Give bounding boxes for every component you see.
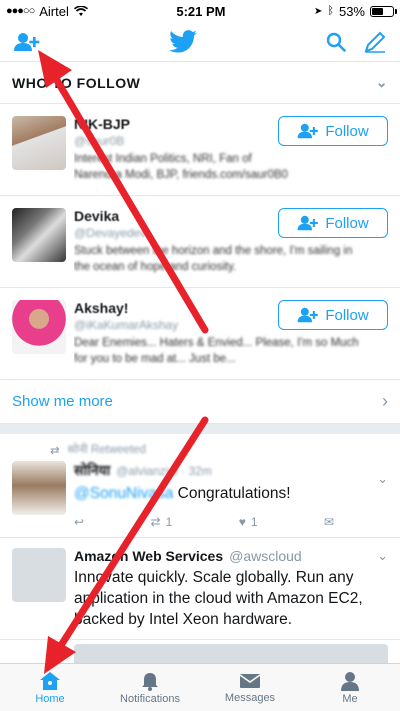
carrier-label: Airtel [39, 3, 69, 19]
heart-icon: ♥ [238, 514, 246, 529]
avatar[interactable] [12, 300, 66, 354]
retweet-indicator: ⇄ सोनी Retweeted [50, 442, 400, 457]
show-more-link[interactable]: Show me more › [0, 380, 400, 424]
home-icon [40, 671, 60, 690]
reply-icon[interactable]: ↩ [74, 515, 84, 529]
follow-button[interactable]: Follow [278, 116, 388, 146]
tweet-actions: ↩ ⇄ 1 ♥ 1 ✉ [74, 515, 334, 529]
person-icon [341, 671, 359, 691]
wifi-icon [73, 5, 88, 16]
add-user-icon[interactable] [14, 32, 40, 52]
tab-messages-label: Messages [224, 691, 276, 704]
follow-button[interactable]: Follow [278, 300, 388, 330]
tweet-author-name[interactable]: सोनिया [74, 461, 110, 480]
chevron-down-icon[interactable]: ⌄ [376, 74, 388, 91]
add-user-icon [297, 307, 319, 323]
tab-messages[interactable]: Messages [200, 664, 300, 711]
envelope-icon [239, 673, 261, 688]
tab-me[interactable]: Me [300, 664, 400, 711]
retweet-icon: ⇄ [150, 514, 161, 529]
chevron-down-icon[interactable]: ⌄ [377, 471, 388, 487]
dm-share-icon[interactable]: ✉ [324, 515, 334, 529]
avatar[interactable] [12, 116, 66, 170]
add-user-icon [297, 215, 319, 231]
tweet-text: Innovate quickly. Scale globally. Run an… [74, 568, 363, 628]
avatar[interactable] [12, 547, 66, 602]
section-divider [0, 424, 400, 434]
compose-icon[interactable] [364, 31, 386, 53]
suggestion-bio: Interest Indian Politics, NRI, Fan of Na… [74, 153, 288, 181]
who-to-follow-title: WHO TO FOLLOW [12, 74, 141, 91]
follow-button-label: Follow [325, 122, 369, 140]
show-more-label: Show me more [12, 393, 113, 410]
tweet[interactable]: Amazon Web Services @awscloud Innovate q… [0, 538, 400, 640]
status-bar: ●●●○○ Airtel 5:21 PM ➤ ᛒ 53% [0, 0, 400, 22]
tab-notifications[interactable]: Notifications [100, 664, 200, 711]
tweet[interactable]: ⇄ सोनी Retweeted सोनिया @alvianziel · 32… [0, 434, 400, 538]
battery-percent: 53% [338, 3, 365, 19]
follow-suggestion[interactable]: Akshay! @iKaKumarAkshay Dear Enemies... … [0, 288, 400, 380]
follow-suggestion[interactable]: NIK-BJP @saur0B Interest Indian Politics… [0, 104, 400, 196]
add-user-icon [297, 123, 319, 139]
avatar[interactable] [12, 208, 66, 262]
tab-notifications-label: Notifications [120, 692, 180, 705]
chevron-right-icon: › [382, 391, 388, 411]
tweet-author-name[interactable]: Amazon Web Services [74, 548, 223, 564]
bluetooth-icon: ᛒ [327, 5, 334, 17]
follow-button-label: Follow [325, 306, 369, 324]
tab-me-label: Me [342, 692, 358, 705]
tweet-body: Congratulations! [177, 485, 291, 502]
follow-button[interactable]: Follow [278, 208, 388, 238]
tweet-author-handle: @awscloud [229, 547, 302, 564]
signal-dots-icon: ●●●○○ [6, 5, 35, 17]
bottom-tabbar: Home Notifications Messages Me [0, 663, 400, 711]
tweet-author-handle: @alvianziel · 32m [116, 464, 212, 478]
who-to-follow-header[interactable]: WHO TO FOLLOW ⌄ [0, 62, 400, 104]
retweet-count: 1 [165, 514, 173, 529]
tab-home[interactable]: Home [0, 664, 100, 711]
tweet-mention[interactable]: @SonuNivasa [74, 485, 173, 502]
avatar[interactable] [12, 461, 66, 515]
chevron-down-icon[interactable]: ⌄ [377, 548, 388, 564]
follow-suggestion[interactable]: Devika @Devayedevi Stuck between the hor… [0, 196, 400, 288]
search-icon[interactable] [326, 32, 346, 52]
suggestion-bio: Dear Enemies... Haters & Envied... Pleas… [74, 337, 359, 365]
follow-button-label: Follow [325, 214, 369, 232]
tweet-text: @SonuNivasa Congratulations! [74, 484, 388, 505]
tab-home-label: Home [35, 692, 65, 705]
suggestion-bio: Stuck between the horizon and the shore,… [74, 245, 353, 273]
top-navbar [0, 22, 400, 62]
status-time: 5:21 PM [176, 3, 226, 19]
location-icon: ➤ [313, 5, 323, 17]
retweet-action[interactable]: ⇄ 1 [151, 515, 173, 529]
retweet-icon: ⇄ [50, 444, 60, 457]
bell-icon [142, 672, 158, 691]
twitter-bird-icon[interactable] [169, 30, 197, 53]
retweeted-by: सोनी Retweeted [67, 444, 146, 456]
like-count: 1 [250, 514, 258, 529]
battery-icon [370, 5, 397, 17]
like-action[interactable]: ♥ 1 [239, 515, 258, 529]
